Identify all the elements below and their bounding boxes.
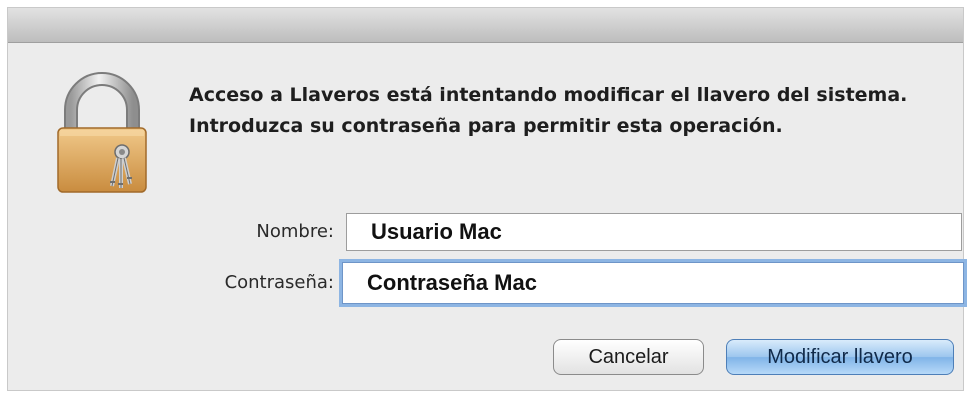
cancel-button[interactable]: Cancelar — [553, 339, 704, 375]
dialog-titlebar[interactable] — [8, 8, 963, 43]
dialog-message: Acceso a Llaveros está intentando modifi… — [189, 84, 908, 137]
password-label: Contraseña: — [224, 272, 334, 293]
padlock-with-keys-icon — [54, 70, 150, 194]
password-field[interactable] — [342, 262, 964, 304]
name-field[interactable] — [346, 213, 962, 251]
keychain-auth-dialog: Acceso a Llaveros está intentando modifi… — [8, 8, 964, 390]
name-label: Nombre: — [256, 221, 334, 242]
modify-keychain-button[interactable]: Modificar llavero — [726, 339, 954, 375]
